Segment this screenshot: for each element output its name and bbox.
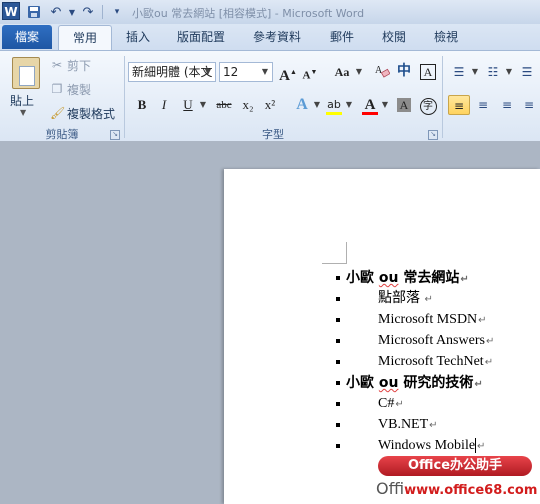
scissors-icon: ✂ — [51, 58, 63, 72]
tab-references[interactable]: 參考資料 — [246, 25, 308, 49]
watermark-badge: Office办公助手 — [378, 456, 532, 476]
bullet-icon — [336, 381, 340, 385]
align-left-icon[interactable]: ≡ — [448, 95, 470, 115]
tab-page-layout[interactable]: 版面配置 — [170, 25, 232, 49]
document-title: 小歐ou 常去網站 [相容模式] - Microsoft Word — [132, 7, 365, 20]
customize-qat-icon[interactable]: ▾ — [107, 3, 127, 21]
text-effects-button[interactable]: A — [292, 95, 312, 115]
tab-review[interactable]: 校閱 — [372, 25, 416, 49]
font-size-value: 12 — [223, 65, 239, 79]
highlight-button[interactable]: ab — [324, 95, 344, 115]
bullet-icon — [336, 444, 340, 448]
bold-button[interactable]: B — [132, 95, 152, 115]
font-size-dropdown-icon[interactable]: ▼ — [259, 63, 271, 81]
character-border-button[interactable]: A — [418, 62, 438, 82]
font-size-combo[interactable]: 12 ▼ — [219, 62, 273, 82]
grow-font-button[interactable]: A▲ — [278, 62, 298, 84]
tab-file[interactable]: 檔案 — [2, 25, 52, 49]
tab-view[interactable]: 檢視 — [424, 25, 468, 49]
phonetic-guide-button[interactable]: 中 — [394, 62, 414, 82]
numbering-dropdown-icon[interactable]: ▼ — [504, 62, 514, 82]
bullet-icon — [336, 297, 340, 301]
font-name-combo[interactable]: 新細明體 (本文 ▼ — [128, 62, 216, 82]
bullets-dropdown-icon[interactable]: ▼ — [470, 62, 480, 82]
highlight-color-swatch — [326, 112, 342, 115]
redo-icon[interactable]: ↷ — [78, 3, 98, 21]
font-launcher-icon[interactable]: ↘ — [428, 130, 438, 140]
bullet-icon — [336, 318, 340, 322]
font-color-button[interactable]: A — [360, 95, 380, 115]
bullet-icon — [336, 339, 340, 343]
font-name-value: 新細明體 (本文 — [132, 65, 213, 79]
text-effects-dropdown-icon[interactable]: ▼ — [312, 95, 322, 115]
justify-icon[interactable]: ≡ — [518, 95, 540, 115]
bullet-icon — [336, 360, 340, 364]
tab-home[interactable]: 常用 — [58, 25, 112, 51]
bullets-icon[interactable]: ☰ — [448, 62, 470, 82]
numbering-icon[interactable]: ☷ — [482, 62, 504, 82]
paste-button[interactable]: 貼上 — [10, 92, 34, 109]
highlight-dropdown-icon[interactable]: ▼ — [344, 95, 354, 115]
copy-label: 複製 — [67, 82, 92, 97]
italic-button[interactable]: I — [154, 95, 174, 115]
font-group-label: 字型 — [262, 128, 284, 141]
shrink-font-button[interactable]: A▼ — [300, 62, 320, 82]
save-icon[interactable] — [24, 3, 44, 21]
format-painter-button[interactable]: 🖌 複製格式 — [50, 103, 115, 123]
underline-dropdown-icon[interactable]: ▼ — [198, 95, 208, 115]
align-center-icon[interactable]: ≡ — [472, 95, 494, 115]
font-name-dropdown-icon[interactable]: ▼ — [202, 63, 214, 81]
undo-icon[interactable]: ↶ — [46, 3, 66, 21]
character-shading-button[interactable]: A — [394, 95, 414, 115]
enclose-characters-button[interactable]: 字 — [418, 95, 438, 115]
underline-button[interactable]: U — [178, 95, 198, 115]
font-color-swatch — [362, 112, 378, 115]
bullet-icon — [336, 423, 340, 427]
copy-icon: ❐ — [51, 82, 63, 96]
word-app-icon[interactable]: W — [2, 2, 20, 20]
ribbon-tab-row: 檔案 常用 插入 版面配置 參考資料 郵件 校閱 檢視 — [0, 24, 540, 51]
undo-dropdown-icon[interactable]: ▼ — [68, 3, 76, 21]
watermark-site: Offiwww.office68.com — [376, 479, 538, 498]
superscript-button[interactable]: x² — [260, 95, 280, 115]
subscript-button[interactable]: x₂ — [238, 95, 258, 115]
clipboard-launcher-icon[interactable]: ↘ — [110, 130, 120, 140]
paste-dropdown-icon[interactable]: ▼ — [20, 108, 26, 117]
bullet-icon — [336, 276, 340, 280]
title-bar: W ↶ ▼ ↷ ▾ 小歐ou 常去網站 [相容模式] - Microsoft W… — [0, 0, 540, 25]
quick-access-toolbar: ↶ ▼ ↷ ▾ — [24, 2, 127, 22]
copy-button[interactable]: ❐ 複製 — [50, 79, 91, 99]
svg-text:A: A — [375, 65, 383, 76]
strikethrough-button[interactable]: abc — [212, 95, 236, 115]
tab-insert[interactable]: 插入 — [116, 25, 160, 49]
clear-formatting-icon[interactable]: A — [372, 62, 392, 82]
align-right-icon[interactable]: ≡ — [496, 95, 518, 115]
tab-mailings[interactable]: 郵件 — [320, 25, 364, 49]
group-separator — [442, 56, 443, 138]
multilevel-list-icon[interactable]: ☰ — [516, 62, 538, 82]
cut-button[interactable]: ✂ 剪下 — [50, 55, 91, 75]
cut-label: 剪下 — [67, 58, 92, 73]
group-separator — [124, 56, 125, 138]
clipboard-group-label: 剪貼簿 — [45, 128, 79, 141]
margin-corner-mark — [344, 242, 347, 264]
qat-separator — [102, 5, 103, 19]
format-painter-icon: 🖌 — [50, 106, 66, 120]
bullet-icon — [336, 402, 340, 406]
margin-corner-mark — [322, 263, 346, 264]
change-case-button[interactable]: Aa — [330, 62, 354, 82]
font-color-dropdown-icon[interactable]: ▼ — [380, 95, 390, 115]
paste-icon[interactable] — [12, 57, 40, 89]
format-painter-label: 複製格式 — [67, 106, 116, 121]
change-case-dropdown-icon[interactable]: ▼ — [354, 62, 364, 82]
text-cursor — [475, 438, 477, 454]
